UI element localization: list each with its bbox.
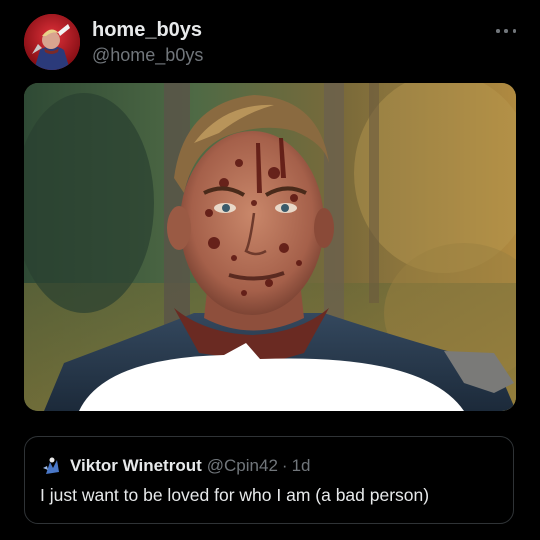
quoted-post-text: I just want to be loved for who I am (a … [40, 485, 430, 505]
author-avatar[interactable] [24, 14, 80, 70]
quoted-author-handle[interactable]: @Cpin42 [207, 456, 278, 476]
quoted-post-card[interactable]: Viktor Winetrout @Cpin42 · 1d I just wan… [24, 436, 514, 524]
quoted-author-display-name[interactable]: Viktor Winetrout [70, 456, 202, 476]
more-dot [504, 29, 508, 33]
post-media-image[interactable] [24, 83, 516, 411]
quoted-author-avatar[interactable] [40, 454, 64, 478]
more-dot [512, 29, 516, 33]
quoted-post-header: Viktor Winetrout @Cpin42 · 1d [40, 454, 311, 478]
post: home_b0ys @home_b0ys Viktor Winetrout @C… [0, 0, 540, 540]
author-display-name[interactable]: home_b0ys [92, 18, 203, 42]
author-handle[interactable]: @home_b0ys [92, 43, 203, 67]
more-dot [496, 29, 500, 33]
author-names: home_b0ys @home_b0ys [92, 18, 203, 67]
more-options-icon[interactable] [496, 26, 516, 36]
separator-dot: · [281, 456, 288, 475]
quoted-post-time[interactable]: 1d [292, 456, 311, 476]
